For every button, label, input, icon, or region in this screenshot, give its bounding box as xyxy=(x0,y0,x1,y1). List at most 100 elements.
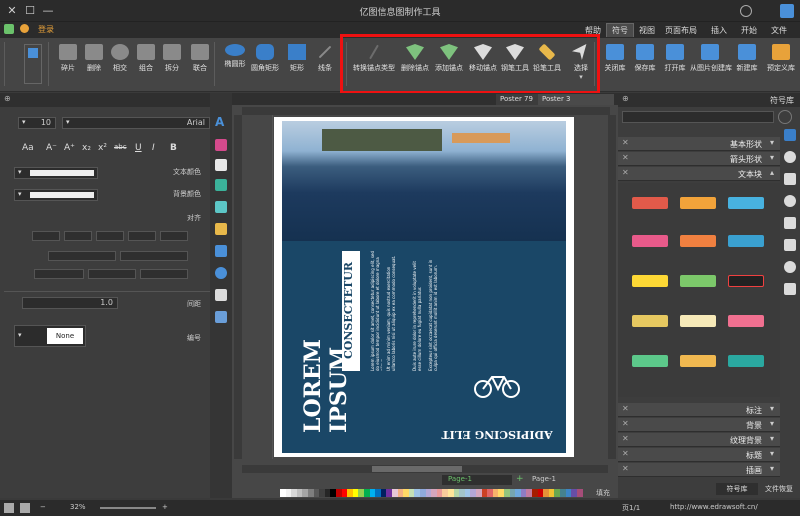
horizontal-scrollbar[interactable] xyxy=(242,465,608,473)
align-distribute-button[interactable] xyxy=(32,231,60,241)
close-icon[interactable]: ✕ xyxy=(622,449,629,458)
tab-symbol-library[interactable]: 符号库 xyxy=(716,483,758,495)
font-size-select[interactable]: 10 ▾ xyxy=(18,117,56,129)
bullet-select[interactable]: None ▾ xyxy=(14,325,86,347)
close-icon[interactable]: ✕ xyxy=(622,138,629,147)
align-right-button[interactable] xyxy=(96,231,124,241)
outdent-button[interactable] xyxy=(88,269,136,279)
combine-button[interactable]: 组合 xyxy=(132,42,160,88)
align-center-button[interactable] xyxy=(128,231,156,241)
fill-icon[interactable] xyxy=(215,139,227,151)
line-spacing-button[interactable] xyxy=(34,269,84,279)
attachment-icon[interactable] xyxy=(215,289,227,301)
search-icon[interactable] xyxy=(778,110,792,124)
menu-file[interactable]: 文件 xyxy=(766,24,792,37)
align-justify-button[interactable] xyxy=(64,231,92,241)
clipart-category-icon[interactable] xyxy=(784,283,796,295)
bold-button[interactable]: B xyxy=(170,143,177,153)
camera-category-icon[interactable] xyxy=(784,239,796,251)
align-left-button[interactable] xyxy=(160,231,188,241)
predefined-library-button[interactable]: 预定义库 xyxy=(764,42,798,88)
panel-pin-icon[interactable]: ⊕ xyxy=(4,94,11,103)
menu-insert[interactable]: 插入 xyxy=(706,24,732,37)
close-icon[interactable]: ✕ xyxy=(622,464,629,473)
text-block-item[interactable] xyxy=(680,235,716,247)
text-color-picker[interactable]: ▾ xyxy=(14,167,98,179)
login-link[interactable]: 登录 xyxy=(38,24,54,35)
text-block-item[interactable] xyxy=(632,355,668,367)
text-block-item[interactable] xyxy=(728,315,764,327)
italic-button[interactable]: I xyxy=(152,143,155,153)
library-row-basic-shapes[interactable]: ✕ 基本形状 ▾ xyxy=(618,137,780,151)
close-library-button[interactable]: 关闭库 xyxy=(598,42,632,88)
strikethrough-button[interactable]: abc xyxy=(114,143,127,151)
text-block-item[interactable] xyxy=(632,235,668,247)
library-row-backgrounds[interactable]: ✕ 背景 ▾ xyxy=(618,418,780,432)
globe-category-icon[interactable] xyxy=(784,195,796,207)
vertical-scrollbar[interactable] xyxy=(608,115,616,459)
clock-category-icon[interactable] xyxy=(784,261,796,273)
close-icon[interactable]: ✕ xyxy=(622,153,629,162)
menu-page-layout[interactable]: 页面布局 xyxy=(660,24,702,37)
help-icon[interactable] xyxy=(740,5,752,17)
text-block-item[interactable] xyxy=(632,197,668,209)
library-row-texture-backgrounds[interactable]: ✕ 纹理背景 ▾ xyxy=(618,433,780,447)
tab-poster-3[interactable]: Poster 3 xyxy=(538,94,614,105)
image-icon[interactable] xyxy=(215,179,227,191)
zoom-out-button[interactable]: − xyxy=(40,503,46,511)
text-block-item[interactable] xyxy=(632,315,668,327)
fit-page-icon[interactable] xyxy=(4,503,14,513)
text-block-item[interactable] xyxy=(728,235,764,247)
full-screen-icon[interactable] xyxy=(20,503,30,513)
subscript-button[interactable]: x₂ xyxy=(82,143,91,153)
text-block-item[interactable] xyxy=(728,197,764,209)
shapes-category-icon[interactable] xyxy=(784,129,796,141)
change-case-button[interactable]: Aa xyxy=(22,143,34,153)
scroll-thumb[interactable] xyxy=(372,466,462,472)
library-row-text-blocks[interactable]: ✕ 文本块 ▴ xyxy=(618,167,780,181)
close-icon[interactable]: ✕ xyxy=(622,419,629,428)
zoom-in-button[interactable]: + xyxy=(162,503,168,511)
spacing-input[interactable]: 1.0 xyxy=(22,297,118,309)
underline-button[interactable]: U xyxy=(135,143,142,153)
color-swatch[interactable] xyxy=(576,489,583,497)
hyperlink-icon[interactable] xyxy=(215,267,227,279)
close-icon[interactable]: ✕ xyxy=(622,434,629,443)
line-style-icon[interactable] xyxy=(215,159,227,171)
new-library-button[interactable]: 新建库 xyxy=(730,42,764,88)
valign-top-button[interactable] xyxy=(120,251,188,261)
rounded-rectangle-button[interactable]: 圆角矩形 xyxy=(248,42,282,88)
shadow-icon[interactable] xyxy=(215,201,227,213)
tab-file-recovery[interactable]: 文件恢复 xyxy=(758,483,800,495)
layers-icon[interactable] xyxy=(215,245,227,257)
tab-poster-79[interactable]: Poster 79 xyxy=(496,94,538,105)
menu-home[interactable]: 开始 xyxy=(736,24,762,37)
fragment-button[interactable]: 碎片 xyxy=(54,42,82,88)
text-block-item[interactable] xyxy=(728,355,764,367)
text-block-item[interactable] xyxy=(632,275,668,287)
close-icon[interactable]: ✕ xyxy=(622,168,629,177)
union-button[interactable]: 联合 xyxy=(186,42,214,88)
settings-icon[interactable] xyxy=(4,24,14,34)
text-block-item[interactable] xyxy=(728,275,764,287)
page-tab[interactable]: Page-1 xyxy=(442,475,512,485)
poster-page[interactable]: LOREM IPSUM CONSECTETUR Lorem ipsum dolo… xyxy=(274,117,574,457)
open-library-button[interactable]: 打开库 xyxy=(658,42,692,88)
user-icon[interactable] xyxy=(20,24,29,33)
page-icon[interactable] xyxy=(215,223,227,235)
shrink-font-button[interactable]: A⁻ xyxy=(46,143,57,153)
rectangle-button[interactable]: 矩形 xyxy=(280,42,314,88)
font-family-select[interactable]: Arial ▾ xyxy=(62,117,210,129)
text-block-item[interactable] xyxy=(680,315,716,327)
add-page-button[interactable]: + xyxy=(516,474,524,484)
font-icon[interactable]: A xyxy=(215,115,227,129)
intersect-button[interactable]: 相交 xyxy=(106,42,134,88)
library-row-titles[interactable]: ✕ 标题 ▾ xyxy=(618,448,780,462)
text-block-item[interactable] xyxy=(680,275,716,287)
library-row-callouts[interactable]: ✕ 标注 ▾ xyxy=(618,403,780,417)
style-gallery-button[interactable] xyxy=(24,44,42,84)
website-link[interactable]: http://www.edrawsoft.cn/ xyxy=(670,503,758,511)
zoom-slider[interactable] xyxy=(100,507,156,509)
pin-icon[interactable]: ⊕ xyxy=(622,94,629,103)
comment-icon[interactable] xyxy=(215,311,227,323)
